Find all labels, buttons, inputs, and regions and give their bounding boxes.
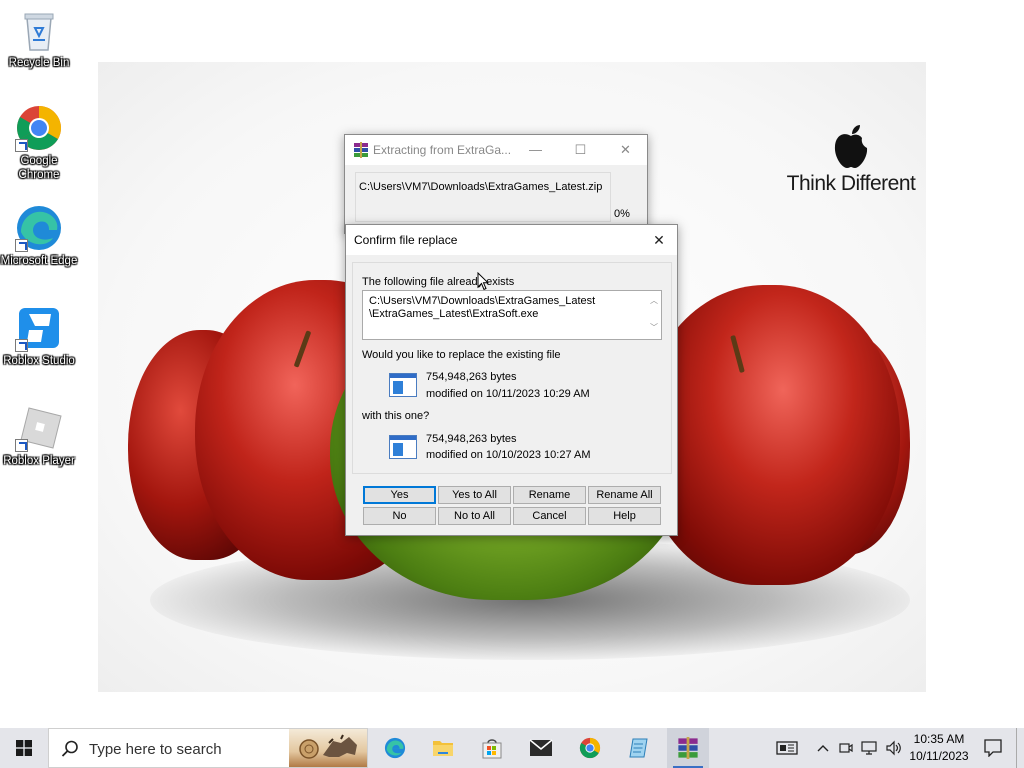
new-file-icon [389, 435, 417, 459]
new-file-modified: modified on 10/10/2023 10:27 AM [426, 449, 591, 461]
apple-logo-icon [834, 125, 868, 168]
no-button[interactable]: No [363, 507, 436, 525]
wallpaper-brand: Think Different [780, 124, 922, 196]
dialog-titlebar[interactable]: Confirm file replace ✕ [346, 225, 677, 255]
start-button[interactable] [0, 728, 48, 768]
cancel-button[interactable]: Cancel [513, 507, 586, 525]
google-chrome-label: Google Chrome [18, 155, 60, 181]
meet-now-button[interactable] [836, 728, 856, 768]
taskbar: Type here to search 10:35 AM 10/11/2023 [0, 728, 1024, 768]
archive-path: C:\Users\VM7\Downloads\ExtraGames_Latest… [359, 181, 603, 193]
existing-file-icon [389, 373, 417, 397]
file-path-line: \ExtraGames_Latest\ExtraSoft.exe [369, 308, 539, 320]
mouse-cursor-icon [477, 272, 489, 291]
help-button[interactable]: Help [588, 507, 661, 525]
existing-file-modified: modified on 10/11/2023 10:29 AM [426, 388, 590, 400]
shortcut-arrow-icon [15, 439, 28, 452]
show-hidden-icons-button[interactable] [812, 728, 834, 768]
clock-time: 10:35 AM [913, 732, 965, 746]
shortcut-arrow-icon [15, 139, 28, 152]
rename-button[interactable]: Rename [513, 486, 586, 504]
search-icon [61, 740, 78, 757]
dialog-close-button[interactable]: ✕ [641, 225, 677, 255]
no-to-all-button[interactable]: No to All [438, 507, 511, 525]
existing-file-size: 754,948,263 bytes [426, 371, 517, 383]
path-scrollbar[interactable]: ︿ ﹀ [647, 291, 661, 339]
yes-button[interactable]: Yes [363, 486, 436, 504]
recycle-bin-icon [15, 6, 63, 54]
extracting-window[interactable]: Extracting from ExtraGa... — ☐ ✕ C:\User… [344, 134, 648, 234]
roblox-player-label: Roblox Player [3, 455, 75, 467]
windows-logo-icon [16, 740, 32, 756]
taskbar-winrar[interactable] [667, 728, 709, 768]
notification-icon [984, 739, 1002, 757]
recycle-bin-label: Recycle Bin [8, 57, 70, 69]
news-widget-button[interactable] [772, 728, 802, 768]
taskbar-chrome[interactable] [569, 728, 611, 768]
file-exists-prompt: The following file already exists [362, 276, 515, 288]
yes-to-all-button[interactable]: Yes to All [438, 486, 511, 504]
chevron-up-icon [817, 745, 829, 752]
network-button[interactable] [858, 728, 880, 768]
winrar-icon [678, 737, 698, 759]
minimize-button[interactable]: — [513, 135, 558, 165]
file-path-line: C:\Users\VM7\Downloads\ExtraGames_Latest [369, 295, 596, 307]
wallpaper-apple [640, 285, 900, 585]
scroll-up-icon[interactable]: ︿ [650, 295, 658, 306]
clock-button[interactable]: 10:35 AM 10/11/2023 [906, 728, 972, 768]
with-this-one-label: with this one? [362, 410, 430, 422]
shortcut-arrow-icon [15, 339, 28, 352]
winrar-icon [354, 142, 368, 158]
taskbar-notepad-app[interactable] [618, 728, 660, 768]
mail-icon [529, 739, 553, 756]
show-desktop-button[interactable] [1016, 728, 1024, 768]
new-file-size: 754,948,263 bytes [426, 433, 517, 445]
dialog-title: Confirm file replace [354, 233, 458, 247]
file-path-box[interactable]: C:\Users\VM7\Downloads\ExtraGames_Latest… [362, 290, 662, 340]
extracting-window-titlebar[interactable]: Extracting from ExtraGa... — ☐ ✕ [345, 135, 647, 165]
folder-icon [433, 741, 453, 756]
maximize-button[interactable]: ☐ [558, 135, 603, 165]
wallpaper-slogan: Think Different [786, 172, 916, 195]
recycle-bin-shortcut[interactable]: Recycle Bin [0, 6, 78, 70]
network-icon [861, 741, 877, 755]
roblox-player-icon [15, 404, 63, 452]
taskbar-edge[interactable] [374, 728, 416, 768]
extract-info-group [355, 172, 611, 222]
roblox-studio-label: Roblox Studio [3, 355, 75, 367]
notepad-icon [629, 738, 648, 758]
search-highlight-image [289, 729, 367, 767]
roblox-studio-shortcut[interactable]: Roblox Studio [0, 304, 78, 368]
clock-date: 10/11/2023 [909, 749, 969, 763]
speaker-icon [886, 740, 901, 756]
scroll-down-icon[interactable]: ﹀ [650, 322, 658, 333]
replace-question: Would you like to replace the existing f… [362, 349, 561, 361]
notifications-button[interactable] [976, 728, 1010, 768]
store-icon [482, 739, 502, 759]
search-placeholder: Type here to search [89, 741, 222, 758]
chrome-icon [15, 104, 63, 152]
rename-all-button[interactable]: Rename All [588, 486, 661, 504]
progress-percent: 0% [614, 208, 630, 220]
microsoft-edge-shortcut[interactable]: Microsoft Edge [0, 204, 78, 268]
extracting-window-title: Extracting from ExtraGa... [373, 143, 512, 157]
edge-icon [384, 737, 406, 759]
google-chrome-shortcut[interactable]: Google Chrome [0, 104, 78, 182]
volume-button[interactable] [882, 728, 906, 768]
roblox-player-shortcut[interactable]: Roblox Player [0, 404, 78, 468]
taskbar-file-explorer[interactable] [422, 728, 464, 768]
microsoft-edge-label: Microsoft Edge [0, 255, 78, 267]
taskbar-search-box[interactable]: Type here to search [48, 728, 368, 768]
close-button[interactable]: ✕ [603, 135, 648, 165]
shortcut-arrow-icon [15, 239, 28, 252]
taskbar-mail[interactable] [520, 728, 562, 768]
edge-icon [15, 204, 63, 252]
taskbar-microsoft-store[interactable] [471, 728, 513, 768]
confirm-file-replace-dialog[interactable]: Confirm file replace ✕ The following fil… [345, 224, 678, 536]
news-icon [776, 741, 798, 755]
roblox-studio-icon [15, 304, 63, 352]
meet-now-icon [839, 743, 853, 753]
chrome-icon [579, 737, 601, 759]
